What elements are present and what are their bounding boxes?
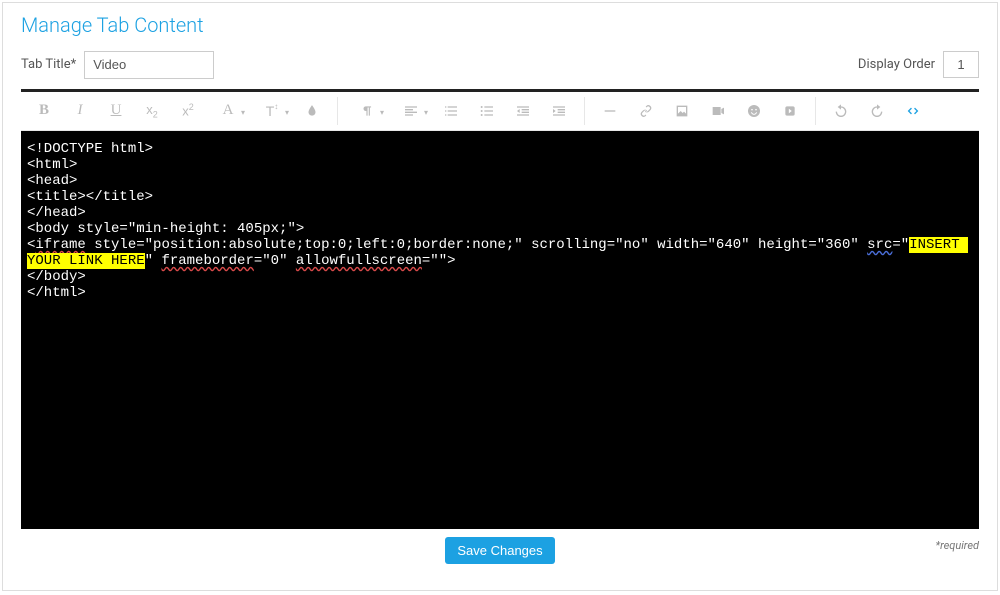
code-line: <title></title>: [27, 189, 153, 205]
display-order-input[interactable]: [943, 51, 979, 78]
indent-icon: [551, 103, 567, 119]
display-order-field: Display Order: [858, 51, 979, 78]
superscript-button[interactable]: x2: [171, 96, 205, 126]
video-button[interactable]: [701, 96, 735, 126]
underline-button[interactable]: U: [99, 96, 133, 126]
editor-toolbar: B I U x2 x2 A T↕: [21, 92, 979, 131]
share-button[interactable]: [773, 96, 807, 126]
code-view-button[interactable]: [896, 96, 930, 126]
paragraph-icon: [360, 104, 374, 118]
tint-icon: [305, 104, 319, 118]
emoticon-button[interactable]: [737, 96, 771, 126]
indent-button[interactable]: [542, 96, 576, 126]
outdent-icon: [515, 103, 531, 119]
list-ul-icon: [479, 103, 495, 119]
panel: Manage Tab Content Tab Title* Display Or…: [2, 2, 998, 591]
code-line: </html>: [27, 285, 86, 301]
code-line: <iframe style="position:absolute;top:0;l…: [27, 237, 968, 269]
tab-title-field: Tab Title*: [21, 51, 214, 79]
color-button[interactable]: [295, 96, 329, 126]
image-button[interactable]: [665, 96, 699, 126]
undo-button[interactable]: [824, 96, 858, 126]
toolbar-separator: [815, 97, 816, 125]
ordered-list-button[interactable]: [434, 96, 468, 126]
font-family-button[interactable]: A: [207, 96, 249, 126]
video-icon: [710, 103, 726, 119]
footer: Save Changes *required: [3, 529, 997, 564]
toolbar-separator: [337, 97, 338, 125]
display-order-label: Display Order: [858, 57, 935, 72]
code-line: <!DOCTYPE html>: [27, 141, 153, 157]
save-button[interactable]: Save Changes: [445, 537, 554, 564]
hr-button[interactable]: [593, 96, 627, 126]
link-icon: [639, 104, 653, 118]
subscript-button[interactable]: x2: [135, 96, 169, 126]
code-line: <head>: [27, 173, 77, 189]
code-line: </body>: [27, 269, 86, 285]
image-icon: [674, 103, 690, 119]
fields-row: Tab Title* Display Order: [3, 43, 997, 89]
italic-button[interactable]: I: [63, 96, 97, 126]
bold-button[interactable]: B: [27, 96, 61, 126]
tab-title-input[interactable]: [84, 51, 214, 79]
code-line: </head>: [27, 205, 86, 221]
required-note: *required: [936, 539, 980, 552]
smile-icon: [746, 103, 762, 119]
editor: B I U x2 x2 A T↕: [21, 89, 979, 529]
html-code-editor[interactable]: <!DOCTYPE html> <html> <head> <title></t…: [21, 131, 979, 529]
align-left-icon: [403, 103, 419, 119]
font-size-button[interactable]: T↕: [251, 96, 293, 126]
unordered-list-button[interactable]: [470, 96, 504, 126]
share-icon: [783, 104, 797, 118]
link-button[interactable]: [629, 96, 663, 126]
minus-icon: [602, 103, 618, 119]
toolbar-separator: [584, 97, 585, 125]
redo-button[interactable]: [860, 96, 894, 126]
code-line: <html>: [27, 157, 77, 173]
code-icon: [905, 103, 921, 119]
list-ol-icon: [443, 103, 459, 119]
paragraph-format-button[interactable]: [346, 96, 388, 126]
code-line: <body style="min-height: 405px;">: [27, 221, 304, 237]
undo-icon: [833, 103, 849, 119]
tab-title-label: Tab Title*: [21, 57, 76, 72]
outdent-button[interactable]: [506, 96, 540, 126]
redo-icon: [869, 103, 885, 119]
align-button[interactable]: [390, 96, 432, 126]
page-title: Manage Tab Content: [3, 3, 997, 43]
